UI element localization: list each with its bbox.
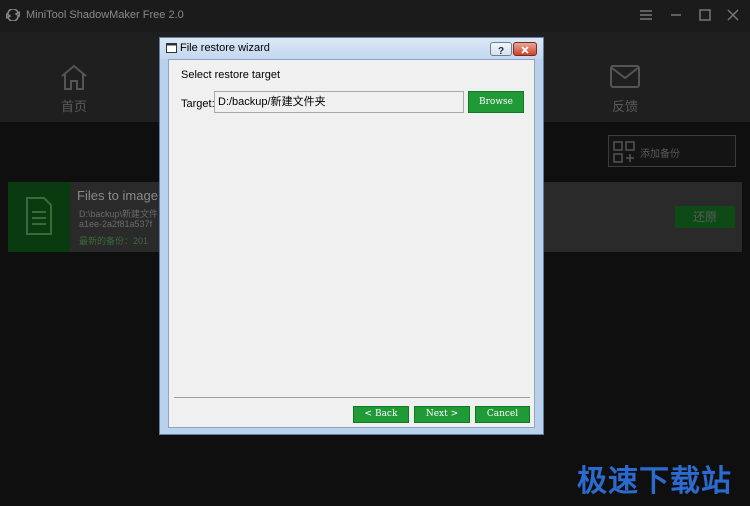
back-button[interactable]: < Back <box>353 406 409 423</box>
add-backup-label: 添加备份 <box>640 149 680 160</box>
add-backup-button[interactable]: 添加备份 <box>608 135 736 167</box>
app-title: MiniTool ShadowMaker Free 2.0 <box>26 9 184 21</box>
site-watermark: 极速下载站 <box>577 465 732 498</box>
document-icon <box>26 197 52 235</box>
nav-label-home: 首页 <box>60 99 87 114</box>
help-icon: ? <box>498 46 504 57</box>
dialog-close-button[interactable] <box>513 42 537 56</box>
nav-item-home[interactable]: 首页 <box>44 62 104 122</box>
svg-text:?: ? <box>498 46 504 56</box>
nav-label-feedback: 反馈 <box>611 99 638 114</box>
app-logo-icon <box>6 9 20 21</box>
close-app-icon[interactable] <box>724 7 742 23</box>
close-icon <box>521 46 529 54</box>
restore-button[interactable]: 还原 <box>675 206 735 228</box>
nav-item-feedback[interactable]: 反馈 <box>595 62 655 122</box>
minimize-icon[interactable] <box>667 7 685 23</box>
dialog-body: Select restore target Target: D:/backup/… <box>168 59 535 428</box>
dialog-title: File restore wizard <box>180 42 270 54</box>
home-icon <box>61 64 87 90</box>
grid-plus-icon <box>613 141 635 163</box>
next-button[interactable]: Next > <box>414 406 470 423</box>
menu-icon[interactable] <box>637 7 655 23</box>
task-title: Files to image: <box>77 188 162 203</box>
task-icon-box <box>8 182 70 252</box>
dialog-titlebar[interactable]: File restore wizard ? <box>160 38 543 59</box>
task-latest-backup: 最新的备份：201 <box>79 236 149 246</box>
cancel-button[interactable]: Cancel <box>475 406 530 423</box>
target-label: Target: <box>181 98 215 110</box>
file-restore-dialog: File restore wizard ? Select restore tar… <box>159 37 544 435</box>
section-title: Select restore target <box>181 69 281 81</box>
footer-separator <box>174 397 530 398</box>
target-path-field[interactable]: D:/backup/新建文件夹 <box>214 91 464 113</box>
mail-icon <box>610 65 640 88</box>
help-button[interactable]: ? <box>490 42 512 57</box>
task-id: a1ee-2a2f81a537f <box>79 219 153 229</box>
browse-button[interactable]: Browse <box>468 91 524 113</box>
maximize-icon[interactable] <box>696 7 714 23</box>
window-icon <box>166 43 177 53</box>
app-titlebar: MiniTool ShadowMaker Free 2.0 <box>0 0 750 32</box>
